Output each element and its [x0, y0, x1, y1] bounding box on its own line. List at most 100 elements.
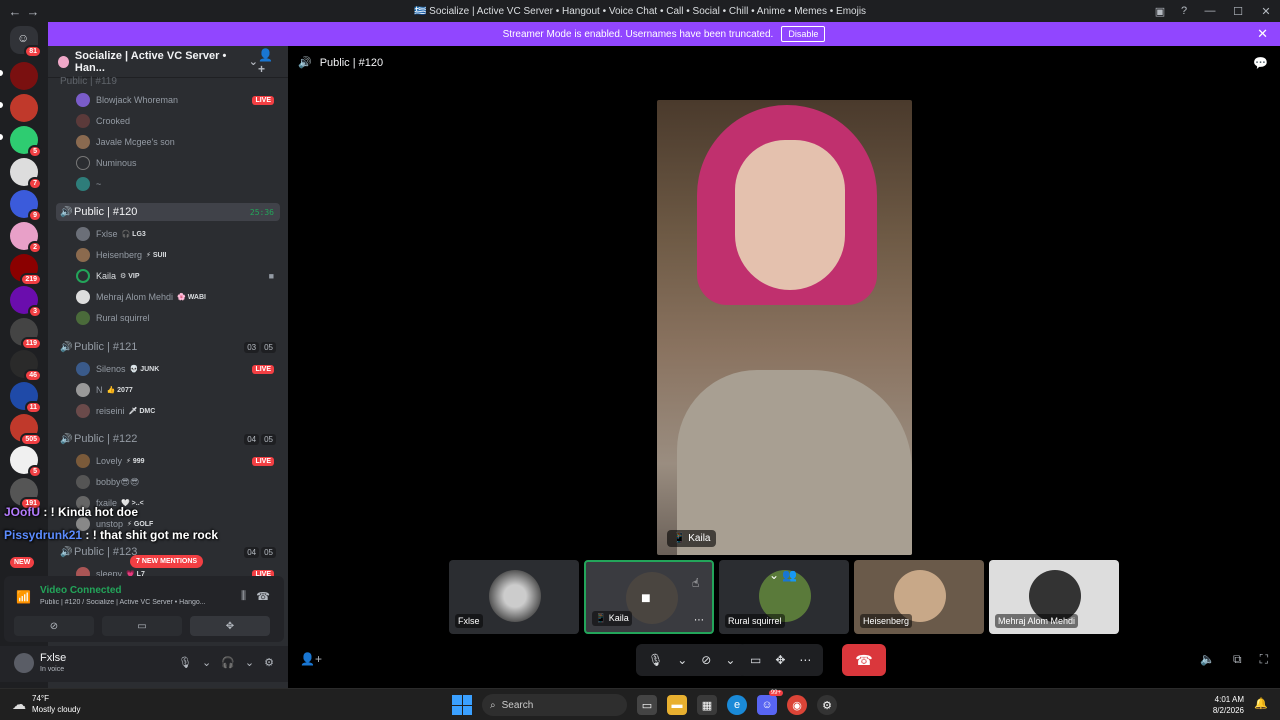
user-name[interactable]: Fxlse: [40, 652, 66, 664]
voice-user[interactable]: Javale Mcgee's son: [76, 133, 280, 151]
activities-icon[interactable]: ✥: [775, 653, 785, 667]
participant-tile[interactable]: Fxlse: [449, 560, 579, 634]
gear-icon[interactable]: ⚙: [264, 656, 274, 669]
participant-name: Mehraj Alom Mehdi: [995, 614, 1079, 628]
server-icon[interactable]: 46: [10, 350, 42, 382]
new-mentions-pill[interactable]: 7 NEW MENTIONS: [130, 555, 204, 568]
disable-streamer-mode-button[interactable]: Disable: [781, 26, 826, 42]
channel-public-119[interactable]: Public | #119: [56, 72, 280, 90]
avatar: [76, 135, 90, 149]
voice-user[interactable]: ~: [76, 175, 280, 193]
participant-tile[interactable]: Heisenberg: [854, 560, 984, 634]
home-button[interactable]: ☺ 81: [10, 26, 42, 58]
close-banner-icon[interactable]: ✕: [1257, 26, 1268, 42]
server-icon[interactable]: 119: [10, 318, 42, 350]
voice-user[interactable]: Blowjack Whoreman LIVE: [76, 91, 280, 109]
participant-tile[interactable]: ■ ☝ 📱 Kaila ⋯: [584, 560, 714, 634]
chevron-down-icon[interactable]: ⌄: [677, 653, 687, 667]
microphone-icon[interactable]: 🎙: [178, 656, 192, 669]
server-icon[interactable]: 505: [10, 414, 42, 446]
signal-icon[interactable]: 📶: [16, 590, 31, 604]
file-explorer-icon[interactable]: ▬: [667, 695, 687, 715]
windows-start-icon[interactable]: [452, 695, 472, 715]
new-badge[interactable]: NEW: [10, 557, 35, 568]
inbox-icon[interactable]: ▣: [1148, 5, 1172, 18]
voice-user[interactable]: bobby😎😎: [76, 473, 280, 491]
voice-user[interactable]: Silenos 💀 JUNK LIVE: [76, 360, 280, 378]
pop-out-icon[interactable]: ⧉: [1233, 652, 1242, 667]
voice-user[interactable]: Mehraj Alom Mehdi 🌸 WABI: [76, 288, 280, 306]
group-icon[interactable]: ⌄ 👥: [769, 568, 797, 582]
screen-share-button[interactable]: ▭: [102, 616, 182, 636]
main-video[interactable]: 📱 Kaila: [657, 100, 912, 555]
streamer-mode-banner: Streamer Mode is enabled. Usernames have…: [48, 22, 1280, 46]
screen-share-icon[interactable]: ▭: [750, 653, 761, 667]
voice-user[interactable]: Heisenberg ⚡ SUII: [76, 246, 280, 264]
camera-off-icon[interactable]: ⊘: [701, 653, 711, 667]
headphones-icon[interactable]: 🎧: [221, 656, 235, 669]
server-icon[interactable]: 5: [10, 126, 42, 158]
minimize-icon[interactable]: —: [1196, 5, 1224, 17]
voice-user[interactable]: Lovely ⚡ 999 LIVE: [76, 452, 280, 470]
channel-public-120[interactable]: 🔊 Public | #120 25:36: [56, 203, 280, 221]
voice-user[interactable]: Fxlse 🎧 LG3: [76, 225, 280, 243]
avatar: [76, 404, 90, 418]
chrome-icon[interactable]: ◉: [787, 695, 807, 715]
noise-suppression-icon[interactable]: ⫼: [241, 590, 246, 603]
server-icon[interactable]: 2: [10, 222, 42, 254]
chevron-down-icon[interactable]: ⌄: [249, 55, 258, 68]
discord-app-icon[interactable]: ☺ 99+: [757, 690, 783, 715]
server-icon[interactable]: 5: [10, 446, 42, 478]
store-icon[interactable]: ▦: [697, 695, 717, 715]
edge-icon[interactable]: e: [727, 695, 747, 715]
chevron-down-icon[interactable]: ⌄: [725, 653, 735, 667]
chevron-down-icon[interactable]: ⌄: [202, 656, 211, 669]
server-icon[interactable]: [10, 62, 38, 90]
channel-public-122[interactable]: 🔊 Public | #122 04 05: [56, 430, 280, 448]
volume-icon[interactable]: 🔈: [1200, 652, 1215, 667]
live-badge: LIVE: [252, 456, 274, 466]
voice-user[interactable]: reiseini 🗡 DMC: [76, 402, 280, 420]
fullscreen-icon[interactable]: ⛶: [1260, 652, 1268, 667]
participant-tile[interactable]: Mehraj Alom Mehdi: [989, 560, 1119, 634]
close-window-icon[interactable]: ✕: [1252, 5, 1280, 18]
voice-user[interactable]: Numinous: [76, 154, 280, 172]
more-icon[interactable]: ⋯: [799, 653, 811, 667]
participant-tile[interactable]: ⌄ 👥 Rural squirrel: [719, 560, 849, 634]
server-icon[interactable]: 3: [10, 286, 42, 318]
taskbar-search[interactable]: ⌕ Search: [482, 694, 627, 716]
banner-text: Streamer Mode is enabled. Usernames have…: [502, 28, 774, 40]
avatar: [76, 290, 90, 304]
server-icon[interactable]: 191: [10, 478, 42, 510]
steam-icon[interactable]: ⚙: [817, 695, 837, 715]
more-options-icon[interactable]: ⋯: [694, 615, 704, 626]
server-icon[interactable]: 7: [10, 158, 42, 190]
chevron-down-icon[interactable]: ⌄: [245, 656, 254, 669]
disconnect-icon[interactable]: ☎: [256, 590, 270, 603]
voice-user[interactable]: Rural squirrel: [76, 309, 280, 327]
end-call-button[interactable]: ☎: [842, 644, 886, 676]
server-icon[interactable]: [10, 94, 38, 122]
camera-off-button[interactable]: ⊘: [14, 616, 94, 636]
taskbar-clock[interactable]: 4:01 AM 8/2/2026: [1213, 694, 1244, 716]
invite-icon[interactable]: 👤+: [300, 652, 322, 666]
server-icon[interactable]: 9: [10, 190, 42, 222]
voice-user[interactable]: Crooked: [76, 112, 280, 130]
user-tag: ⚙ VIP: [120, 273, 140, 280]
notification-bell-icon[interactable]: 🔔: [1254, 697, 1268, 710]
channel-public-121[interactable]: 🔊 Public | #121 03 05: [56, 338, 280, 356]
activities-button[interactable]: ✥: [190, 616, 270, 636]
chat-bubble-icon[interactable]: 💬: [1253, 56, 1268, 70]
avatar[interactable]: [14, 653, 34, 673]
voice-user[interactable]: N 👍 2077: [76, 381, 280, 399]
maximize-icon[interactable]: ☐: [1224, 5, 1252, 18]
voice-location[interactable]: Public | #120 / Socialize | Active VC Se…: [40, 599, 225, 606]
task-view-icon[interactable]: ▭: [637, 695, 657, 715]
weather-widget[interactable]: ☁ 74°F Mostly cloudy: [12, 693, 80, 715]
help-icon[interactable]: ?: [1172, 5, 1196, 17]
microphone-icon[interactable]: 🎙: [648, 653, 663, 667]
server-icon[interactable]: 219: [10, 254, 42, 286]
voice-user[interactable]: Kaila ⚙ VIP ■: [76, 267, 280, 285]
server-icon[interactable]: 11: [10, 382, 42, 414]
voice-status[interactable]: Video Connected: [40, 585, 122, 596]
